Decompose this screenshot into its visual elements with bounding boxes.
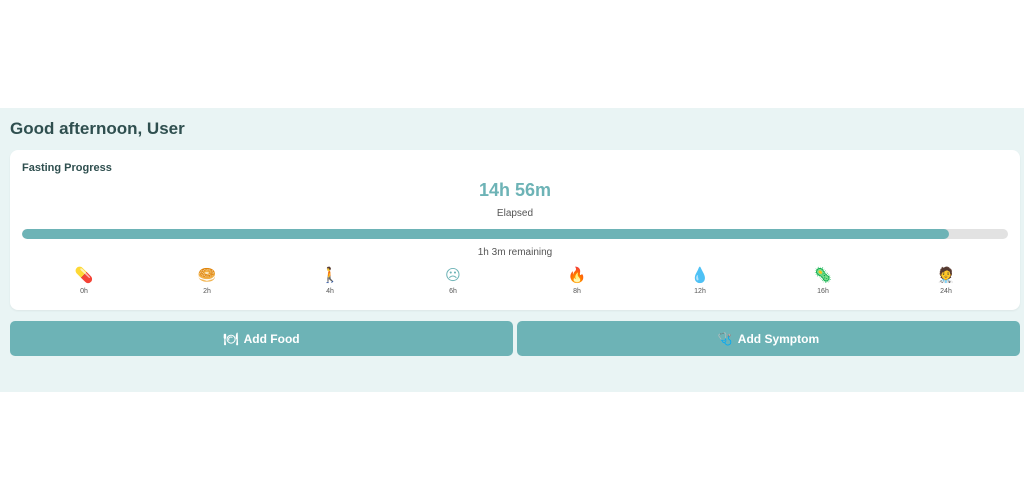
milestone-label: 8h — [573, 288, 581, 295]
add-symptom-label: Add Symptom — [737, 331, 820, 346]
milestone-16h: 🦠 16h — [803, 266, 843, 295]
milestone-4h: 🚶 4h — [310, 266, 350, 295]
milestone-label: 6h — [449, 288, 457, 295]
bread-icon: 🥯 — [197, 267, 217, 284]
flame-icon: 🔥 — [567, 267, 587, 284]
add-symptom-button[interactable]: 🩺 Add Symptom — [517, 321, 1020, 356]
elapsed-label: Elapsed — [496, 208, 534, 219]
add-food-button[interactable]: 🍽 Add Food — [10, 321, 513, 356]
milestone-0h: 💊 0h — [64, 266, 104, 295]
milestone-6h: ☹ 6h — [433, 266, 473, 295]
milestone-label: 12h — [694, 288, 706, 295]
frown-face-icon: ☹ — [445, 267, 461, 284]
droplet-icon: 💧 — [690, 267, 710, 284]
milestone-label: 0h — [80, 288, 88, 295]
doctor-icon: 🧑‍⚕️ — [936, 267, 956, 284]
dashboard: Good afternoon, User Fasting Progress 14… — [0, 108, 1024, 392]
milestone-label: 2h — [203, 288, 211, 295]
milestone-label: 16h — [817, 288, 829, 295]
milestone-label: 24h — [940, 288, 952, 295]
milestone-label: 4h — [326, 288, 334, 295]
add-food-label: Add Food — [243, 331, 300, 346]
progress-bar — [22, 229, 1008, 239]
remaining-time: 1h 3m remaining — [477, 247, 553, 258]
milestone-8h: 🔥 8h — [557, 266, 597, 295]
progress-fill — [22, 229, 949, 239]
milestone-2h: 🥯 2h — [187, 266, 227, 295]
stethoscope-icon: 🩺 — [717, 331, 733, 346]
walking-icon: 🚶 — [320, 267, 340, 284]
milestone-12h: 💧 12h — [680, 266, 720, 295]
fasting-progress-card: Fasting Progress 14h 56m Elapsed 1h 3m r… — [10, 150, 1020, 310]
plate-icon: 🍽 — [223, 331, 239, 346]
pill-icon: 💊 — [74, 267, 94, 284]
elapsed-time: 14h 56m — [478, 180, 552, 200]
greeting-heading: Good afternoon, User — [10, 119, 185, 138]
card-title: Fasting Progress — [22, 162, 112, 174]
microbe-icon: 🦠 — [813, 267, 833, 284]
milestone-24h: 🧑‍⚕️ 24h — [926, 266, 966, 295]
